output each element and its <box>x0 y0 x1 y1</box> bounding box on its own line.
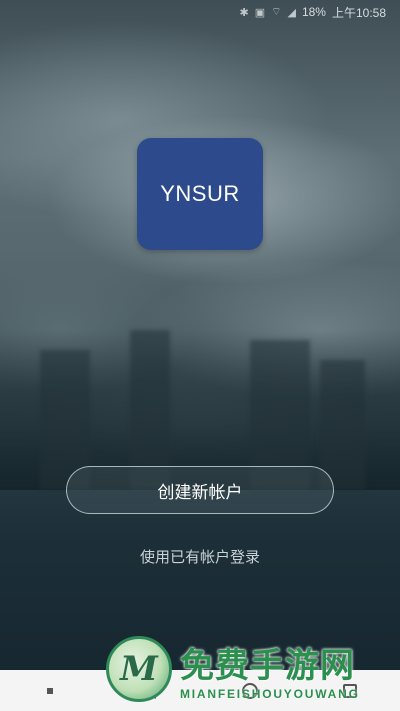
watermark-logo-icon: M <box>106 636 172 702</box>
app-logo: YNSUR <box>137 138 263 250</box>
app-logo-text: YNSUR <box>160 181 240 206</box>
watermark-subtitle: MIANFEISHOUYOUWANG <box>180 687 360 701</box>
login-existing-link[interactable]: 使用已有帐户登录 <box>0 546 400 567</box>
status-bar: ✱ ▣ ⌔ ◢ 18% 上午10:58 <box>0 0 400 24</box>
watermark: M 免费手游网 MIANFEISHOUYOUWANG <box>100 636 400 711</box>
signal-icon: ◢ <box>287 6 296 19</box>
nfc-icon: ▣ <box>254 6 266 19</box>
watermark-badge-letter: M <box>120 649 158 689</box>
status-time: 上午10:58 <box>331 5 386 20</box>
bluetooth-icon: ✱ <box>239 6 249 19</box>
recent-apps-icon <box>47 687 53 694</box>
recent-apps-button[interactable] <box>30 676 70 706</box>
watermark-title: 免费手游网 <box>180 646 355 686</box>
create-account-button[interactable]: 创建新帐户 <box>66 466 334 514</box>
battery-percent: 18% <box>301 5 326 19</box>
wifi-off-icon: ⌔ <box>271 6 282 18</box>
